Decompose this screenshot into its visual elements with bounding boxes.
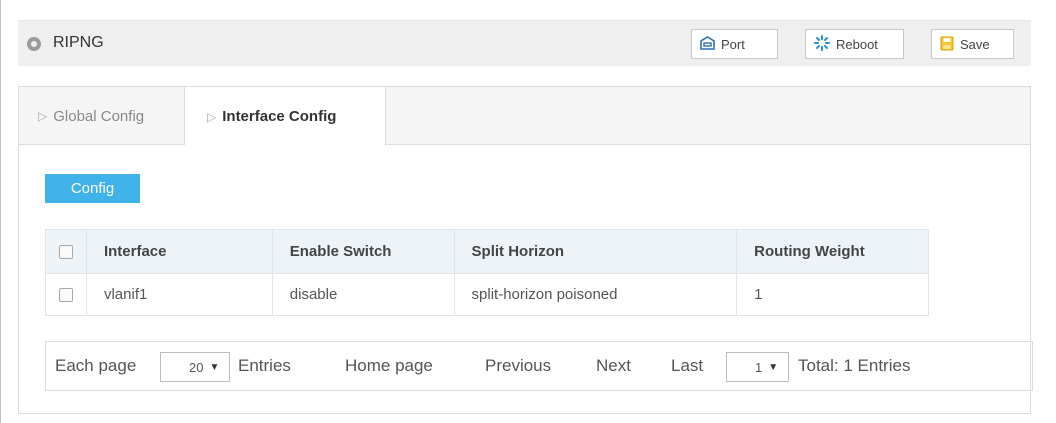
total-entries-label: Total: 1 Entries [798,356,911,375]
tab-bar: ▷ Global Config ▷ Interface Config [19,87,1030,146]
cell-routing-weight: 1 [736,273,929,316]
select-all-cell [45,229,87,274]
port-icon [700,36,715,52]
content-panel: ▷ Global Config ▷ Interface Config Confi… [18,86,1033,414]
page-size-value: 20 [189,359,204,375]
pagination: Each page 20 ▼ Entries Home page Previou… [45,341,1033,391]
save-icon [940,36,954,53]
cell-enable-switch: disable [271,273,455,316]
tab-global-config[interactable]: ▷ Global Config [19,87,185,145]
config-button[interactable]: Config [45,174,140,203]
column-header-split-horizon: Split Horizon [453,229,738,274]
entries-label: Entries [238,356,291,375]
last-page-link[interactable]: Last [671,356,703,376]
column-header-routing-weight: Routing Weight [736,229,929,274]
home-page-link[interactable]: Home page [345,356,433,376]
row-select-cell [45,273,87,316]
save-button-label: Save [960,36,990,52]
cell-split-horizon: split-horizon poisoned [453,273,738,316]
page-size-select[interactable]: 20 ▼ [160,352,230,382]
page-number-value: 1 [755,359,763,375]
row-checkbox[interactable] [59,288,73,303]
each-page-label: Each page [55,356,137,375]
page-number-select[interactable]: 1 ▼ [726,352,789,382]
port-button[interactable]: Port [691,29,778,59]
next-page-link[interactable]: Next [596,356,631,376]
previous-page-link[interactable]: Previous [485,356,551,376]
chevron-right-icon: ▷ [38,109,48,123]
circle-icon [27,37,41,51]
tab-label: Global Config [53,107,145,125]
spinner-icon [814,35,830,53]
reboot-button-label: Reboot [836,36,878,52]
title-bar: RIPNG Port Reboot Save [18,20,1031,66]
column-header-enable-switch: Enable Switch [271,229,455,274]
tab-label: Interface Config [222,108,337,125]
dropdown-arrow-icon: ▼ [209,361,220,373]
table-header-row: Interface Enable Switch Split Horizon Ro… [45,229,929,274]
table-row[interactable]: vlanif1 disable split-horizon poisoned 1 [45,273,929,316]
chevron-right-icon: ▷ [207,109,217,124]
save-button[interactable]: Save [931,29,1014,59]
select-all-checkbox[interactable] [59,245,73,260]
cell-interface: vlanif1 [85,273,273,316]
interface-table: Interface Enable Switch Split Horizon Ro… [45,229,929,316]
reboot-button[interactable]: Reboot [805,29,904,59]
column-header-interface: Interface [85,229,273,274]
page-title: RIPNG [53,34,104,51]
tab-interface-config[interactable]: ▷ Interface Config [185,87,386,146]
dropdown-arrow-icon: ▼ [768,361,779,373]
port-button-label: Port [721,36,745,52]
